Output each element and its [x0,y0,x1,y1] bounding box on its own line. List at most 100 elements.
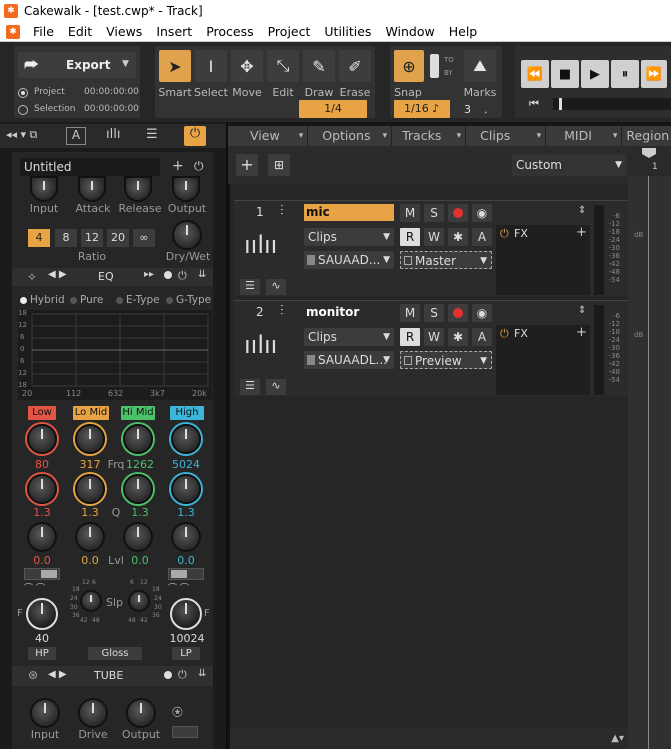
tube-power-icon[interactable]: ⏻ [178,668,187,682]
drywet-knob[interactable] [172,220,202,250]
eq-prev-icon[interactable]: ◀ ▶ [48,269,67,280]
mode-hybrid[interactable]: Hybrid [30,294,65,306]
menu-process[interactable]: Process [199,24,260,39]
hybrid-radio-icon[interactable] [20,297,27,304]
high-shelf-icon[interactable]: ⌒ ⌒ [168,581,189,594]
input-echo-button[interactable]: ◉ [472,204,492,222]
preset-name-field[interactable]: Untitled [20,158,160,176]
tube-output-knob[interactable] [126,698,156,728]
rewind-button[interactable]: ⏪ [521,60,549,88]
mute-button[interactable]: M [400,204,420,222]
ratio-inf-button[interactable]: ∞ [133,229,155,247]
freeze-button[interactable]: ✱ [448,328,468,346]
power-icon[interactable]: ⏻ [194,159,204,174]
panel-splitter[interactable] [226,122,228,749]
mode-pure[interactable]: Pure [80,294,103,306]
menu-utilities[interactable]: Utilities [317,24,378,39]
input-dropdown[interactable]: SAUAAD... ▼ [304,251,394,269]
lomid-freq-knob[interactable] [75,424,105,454]
track-row[interactable]: 1 ⫶ mic M S ◉ ıılıı Clips ▼ R W ✱ A SAUAA… [234,200,643,296]
view-menu[interactable]: View ▾ [228,126,309,146]
project-radio[interactable] [18,88,28,98]
snap-toggle[interactable] [430,54,439,78]
draw-resolution[interactable]: 1/4 [299,100,367,118]
lomid-q-knob[interactable] [75,474,105,504]
tube-prev-icon[interactable]: ◀ ▶ [48,669,67,680]
lp-slope-knob[interactable] [128,590,150,612]
fast-forward-button[interactable]: ⏩ [641,60,667,88]
track-eq-icon[interactable]: ⫶ [280,203,284,219]
lp-freq-knob[interactable] [170,598,202,630]
options-menu[interactable]: Options ▾ [308,126,393,146]
tube-drive-knob[interactable] [78,698,108,728]
fx-power-icon[interactable]: ⏻ [500,327,509,341]
archive-button[interactable]: A [472,328,492,346]
himid-lvl-knob[interactable] [123,522,153,552]
clips-dropdown[interactable]: Clips ▼ [304,228,394,246]
hp-slope-knob[interactable] [80,590,102,612]
freeze-button[interactable]: ✱ [448,228,468,246]
ratio-8-button[interactable]: 8 [55,229,77,247]
mode-etype[interactable]: E-Type [126,294,160,306]
list-tab-icon[interactable]: ☰ [146,127,158,142]
midi-menu[interactable]: MIDI ▾ [546,126,623,146]
marks-button[interactable]: ⛰ [464,50,496,82]
eq-power-icon[interactable]: ⏻ [178,269,187,283]
eq-enable-dot-icon[interactable] [164,271,172,279]
play-button[interactable]: ▶ [581,60,609,88]
band-lomid-tag[interactable]: Lo Mid [73,406,109,420]
track-control-manager-select[interactable]: Custom ▼ [512,154,626,176]
fx-bin[interactable]: ⏻ FX + [496,325,590,395]
clips-dropdown[interactable]: Clips ▼ [304,328,394,346]
record-arm-button[interactable] [448,304,468,322]
himid-freq-knob[interactable] [123,424,153,454]
eq-collapse-icon[interactable]: ⇊ [198,269,206,280]
menu-insert[interactable]: Insert [149,24,199,39]
read-automation-button[interactable]: R [400,328,420,346]
track-expand-icon[interactable]: ⇕ [578,305,586,316]
eq-expand-icon[interactable]: ▸▸ [144,269,154,280]
app-menu-icon[interactable]: ✱ [6,24,20,39]
collapse-icon[interactable]: ◂◂ ▾ ⧉ [6,128,37,142]
snap-resolution[interactable]: 1/16 ♪ [394,100,450,118]
erase-tool-button[interactable]: ✐ [339,50,371,82]
tube-collapse-icon[interactable]: ⇊ [198,668,206,679]
menu-edit[interactable]: Edit [61,24,99,39]
edit-tool-button[interactable]: ⤡ [267,50,299,82]
fx-add-icon[interactable]: + [576,225,587,240]
tracks-menu[interactable]: Tracks ▾ [392,126,467,146]
track-expand-icon[interactable]: ⇕ [578,205,586,216]
region-menu[interactable]: Region [622,126,671,146]
snap-button[interactable]: ⊕ [394,50,424,82]
eq-graph[interactable]: 18 12 6 0 6 12 18 20 112 632 3k7 20k [18,309,212,400]
record-arm-button[interactable] [448,204,468,222]
gloss-button[interactable]: Gloss [88,647,142,660]
low-q-knob[interactable] [27,474,57,504]
solo-button[interactable]: S [424,304,444,322]
menu-window[interactable]: Window [378,24,441,39]
read-automation-button[interactable]: R [400,228,420,246]
low-band-switch[interactable] [24,568,60,580]
now-slider-thumb[interactable] [559,98,562,110]
gtype-radio-icon[interactable] [166,297,173,304]
waveform-tab-icon[interactable]: ıllı [106,127,120,142]
track-collapse-button[interactable]: ☰ [240,279,260,295]
pure-radio-icon[interactable] [70,297,77,304]
tube-enable-dot-icon[interactable] [164,671,172,679]
tube-input-knob[interactable] [30,698,60,728]
mute-button[interactable]: M [400,304,420,322]
add-module-icon[interactable]: + [172,158,184,174]
ratio-20-button[interactable]: 20 [107,229,129,247]
lomid-lvl-knob[interactable] [75,522,105,552]
menu-project[interactable]: Project [261,24,318,39]
track-name-field[interactable]: mic [304,204,394,221]
export-button[interactable]: ⮫ Export ▼ [18,52,136,78]
select-tool-button[interactable]: I [195,50,227,82]
output-dropdown[interactable]: Master ▼ [400,251,492,269]
fx-power-icon[interactable]: ⏻ [500,227,509,241]
text-a-icon[interactable]: A [66,127,86,145]
track-eq-icon[interactable]: ⫶ [280,303,284,319]
low-lvl-knob[interactable] [27,522,57,552]
high-lvl-knob[interactable] [171,522,201,552]
write-automation-button[interactable]: W [424,328,444,346]
